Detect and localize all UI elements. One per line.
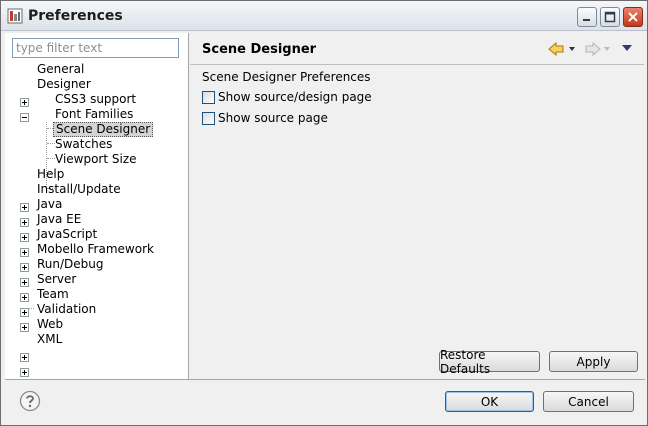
title-bar[interactable]: Preferences [1,1,647,31]
tree-item-general[interactable]: General [35,62,86,77]
tree-item-label: Run/Debug [37,257,104,271]
back-dropdown-icon[interactable] [569,46,575,52]
checkbox-label: Show source page [218,111,328,125]
tree-item-web[interactable]: Web [35,317,65,332]
minimize-icon [583,19,590,21]
tree-item-label: Viewport Size [55,152,137,166]
maximize-icon [604,11,616,23]
tree-item-label: Java EE [37,212,82,226]
forward-dropdown-icon[interactable] [604,46,610,52]
tree-item-label: Server [37,272,77,286]
preferences-app-icon [7,8,23,24]
tree-item-label: Install/Update [37,182,121,196]
tree-item-label: Web [37,317,64,331]
tree-item-java[interactable]: Java [35,197,64,212]
tree-item-xml[interactable]: XML [35,332,64,347]
tree-item-label: Mobello Framework [37,242,154,256]
tree-item-help[interactable]: Help [35,167,66,182]
minimize-button[interactable] [577,7,597,27]
apply-button[interactable]: Apply [549,351,638,372]
expand-icon[interactable] [20,98,29,107]
tree-item-swatches[interactable]: Swatches [53,137,114,152]
option-show-source[interactable]: Show source page [202,110,328,126]
close-icon [628,12,638,22]
expand-icon[interactable] [20,233,29,242]
ok-button[interactable]: OK [445,391,534,412]
filter-input[interactable] [12,38,179,58]
view-menu-icon[interactable] [621,44,633,52]
expand-icon[interactable] [20,203,29,212]
tree-item-label: Designer [37,77,91,91]
section-label: Scene Designer Preferences [202,70,371,84]
expand-icon[interactable] [20,218,29,227]
expand-icon[interactable] [20,263,29,272]
maximize-button[interactable] [600,7,620,27]
preference-page: Scene Designer Scene Designer Preference… [190,33,644,379]
expand-icon[interactable] [20,248,29,257]
preferences-window: Preferences General Designer CSS3 [0,0,648,426]
header-separator [190,64,644,65]
help-icon[interactable] [19,390,41,412]
checkbox[interactable] [202,111,215,125]
cancel-button[interactable]: Cancel [543,391,634,412]
tree-item-team[interactable]: Team [35,287,71,302]
tree-item-designer[interactable]: Designer [35,77,93,92]
tree-item-label: Java [37,197,63,211]
footer-separator [5,379,645,380]
option-show-source-design[interactable]: Show source/design page [202,89,372,105]
tree-item-label: General [37,62,85,76]
tree-item-css3-support[interactable]: CSS3 support [53,92,138,107]
tree-guide-line [24,308,34,309]
expand-icon[interactable] [20,323,29,332]
checkbox-label: Show source/design page [218,90,372,104]
preference-tree-pane: General Designer CSS3 support Font Famil… [5,33,189,379]
tree-item-label: Scene Designer [53,122,154,137]
tree-item-label: Font Families [55,107,134,121]
tree-item-server[interactable]: Server [35,272,78,287]
tree-item-label: XML [37,332,63,346]
page-title: Scene Designer [202,42,317,57]
expand-icon[interactable] [20,353,29,362]
tree-item-run-debug[interactable]: Run/Debug [35,257,106,272]
tree-item-java-ee[interactable]: Java EE [35,212,83,227]
forward-arrow-icon[interactable] [583,41,601,57]
tree-item-label: Help [37,167,65,181]
tree-item-install-update[interactable]: Install/Update [35,182,123,197]
window-title: Preferences [28,8,123,24]
expand-icon[interactable] [20,368,29,377]
tree-item-viewport-size[interactable]: Viewport Size [53,152,139,167]
tree-item-font-families[interactable]: Font Families [53,107,135,122]
close-button[interactable] [623,7,643,27]
tree-item-label: Validation [37,302,97,316]
tree-item-label: Swatches [55,137,113,151]
collapse-icon[interactable] [20,113,29,122]
back-arrow-icon[interactable] [548,41,566,57]
checkbox[interactable] [202,90,215,104]
tree-item-mobello-framework[interactable]: Mobello Framework [35,242,156,257]
expand-icon[interactable] [20,278,29,287]
restore-defaults-button[interactable]: Restore Defaults [439,348,540,376]
expand-icon[interactable] [20,308,29,317]
tree-item-label: JavaScript [37,227,98,241]
tree-item-label: CSS3 support [55,92,137,106]
tree-item-scene-designer[interactable]: Scene Designer [53,122,154,137]
tree-item-javascript[interactable]: JavaScript [35,227,99,242]
expand-icon[interactable] [20,293,29,302]
tree-item-validation[interactable]: Validation [35,302,98,317]
tree-item-label: Team [37,287,69,301]
